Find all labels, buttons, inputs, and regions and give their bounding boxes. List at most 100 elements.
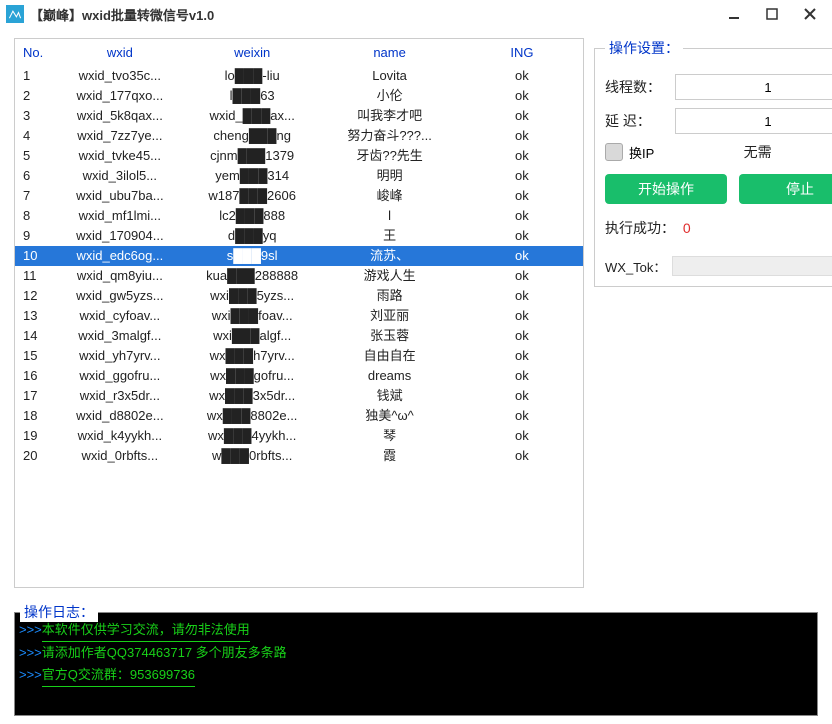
delay-label: 延 迟： (605, 111, 675, 131)
table-row[interactable]: 2wxid_177qxo...l███63小伦ok (15, 86, 583, 106)
thread-input[interactable] (675, 74, 832, 100)
table-row[interactable]: 8wxid_mf1lmi...lc2███888lok (15, 206, 583, 226)
log-prompt: >>> (19, 622, 42, 637)
data-table[interactable]: No. wxid weixin name ING 1wxid_tvo35c...… (15, 39, 583, 466)
table-row[interactable]: 14wxid_3malgf...wxi███algf...张玉蓉ok (15, 326, 583, 346)
table-row[interactable]: 4wxid_7zz7ye...cheng███ng努力奋斗???...ok (15, 126, 583, 146)
wx-tok-value (672, 256, 832, 276)
cell-no: 20 (15, 446, 54, 466)
col-no[interactable]: No. (15, 39, 54, 66)
cell-weixin: wx███h7yrv... (186, 346, 318, 366)
window-controls (724, 4, 826, 24)
cell-name: 流苏、 (318, 246, 461, 266)
wx-tok-label: WX_Tok： (605, 257, 666, 276)
log-line-1: 本软件仅供学习交流，请勿非法使用 (42, 619, 250, 642)
cell-wxid: wxid_5k8qax... (54, 106, 186, 126)
table-row[interactable]: 17wxid_r3x5dr...wx███3x5dr...钱斌ok (15, 386, 583, 406)
cell-ing: ok (461, 86, 583, 106)
table-row[interactable]: 3wxid_5k8qax...wxid_███ax...叫我李才吧ok (15, 106, 583, 126)
cell-no: 5 (15, 146, 54, 166)
cell-no: 1 (15, 66, 54, 86)
table-row[interactable]: 12wxid_gw5yzs...wxi███5yzs...雨路ok (15, 286, 583, 306)
cell-weixin: wxi███5yzs... (186, 286, 318, 306)
cell-wxid: wxid_cyfoav... (54, 306, 186, 326)
log-box[interactable]: >>>本软件仅供学习交流，请勿非法使用 >>>请添加作者QQ374463717 … (14, 612, 818, 716)
cell-ing: ok (461, 206, 583, 226)
cell-weixin: lc2███888 (186, 206, 318, 226)
success-count: 0 (683, 220, 691, 236)
log-line-3: 官方Q交流群：953699736 (42, 664, 195, 687)
maximize-button[interactable] (762, 4, 782, 24)
cell-name: Lovita (318, 66, 461, 86)
table-row[interactable]: 7wxid_ubu7ba...w187███2606峻峰ok (15, 186, 583, 206)
cell-wxid: wxid_mf1lmi... (54, 206, 186, 226)
cell-ing: ok (461, 346, 583, 366)
cell-name: 明明 (318, 166, 461, 186)
table-row[interactable]: 13wxid_cyfoav...wxi███foav...刘亚丽ok (15, 306, 583, 326)
cell-weixin: w187███2606 (186, 186, 318, 206)
close-button[interactable] (800, 4, 820, 24)
col-name[interactable]: name (318, 39, 461, 66)
stop-button[interactable]: 停止 (739, 174, 832, 204)
cell-weixin: w███0rbfts... (186, 446, 318, 466)
cell-weixin: lo███-liu (186, 66, 318, 86)
log-line-2: 请添加作者QQ374463717 多个朋友多条路 (42, 645, 287, 660)
table-row[interactable]: 19wxid_k4yykh...wx███4yykh...琴ok (15, 426, 583, 446)
cell-wxid: wxid_ggofru... (54, 366, 186, 386)
table-row[interactable]: 15wxid_yh7yrv...wx███h7yrv...自由自在ok (15, 346, 583, 366)
cell-name: 钱斌 (318, 386, 461, 406)
col-weixin[interactable]: weixin (186, 39, 318, 66)
table-row[interactable]: 6wxid_3ilol5...yem███314明明ok (15, 166, 583, 186)
cell-no: 3 (15, 106, 54, 126)
table-row[interactable]: 1wxid_tvo35c...lo███-liuLovitaok (15, 66, 583, 86)
cell-no: 13 (15, 306, 54, 326)
cell-wxid: wxid_edc6og... (54, 246, 186, 266)
log-legend: 操作日志： (20, 602, 98, 622)
cell-name: 霞 (318, 446, 461, 466)
cell-ing: ok (461, 366, 583, 386)
cell-name: dreams (318, 366, 461, 386)
table-row[interactable]: 20wxid_0rbfts...w███0rbfts...霞ok (15, 446, 583, 466)
cell-wxid: wxid_7zz7ye... (54, 126, 186, 146)
cell-ing: ok (461, 186, 583, 206)
table-row[interactable]: 18wxid_d8802e...wx███8802e...独美^ω^ok (15, 406, 583, 426)
cell-ing: ok (461, 266, 583, 286)
table-row[interactable]: 11wxid_qm8yiu...kua███288888游戏人生ok (15, 266, 583, 286)
cell-name: 雨路 (318, 286, 461, 306)
cell-no: 4 (15, 126, 54, 146)
table-row[interactable]: 9wxid_170904...d███yq王ok (15, 226, 583, 246)
cell-no: 7 (15, 186, 54, 206)
cell-name: 叫我李才吧 (318, 106, 461, 126)
log-prompt: >>> (19, 645, 42, 660)
col-wxid[interactable]: wxid (54, 39, 186, 66)
app-icon (6, 5, 24, 23)
cell-name: 刘亚丽 (318, 306, 461, 326)
titlebar: 【巅峰】wxid批量转微信号v1.0 (0, 0, 832, 28)
table-row[interactable]: 5wxid_tvke45...cjnm███1379牙齿??先生ok (15, 146, 583, 166)
minimize-button[interactable] (724, 4, 744, 24)
window-title: 【巅峰】wxid批量转微信号v1.0 (30, 5, 214, 24)
table-row[interactable]: 10wxid_edc6og...s███9sl流苏、ok (15, 246, 583, 266)
cell-wxid: wxid_d8802e... (54, 406, 186, 426)
cell-weixin: wx███3x5dr... (186, 386, 318, 406)
cell-weixin: d███yq (186, 226, 318, 246)
settings-panel: 操作设置： 线程数： 延 迟： 换IP 无需 开始操作 停止 执行成功： 0 (594, 38, 832, 287)
cell-no: 6 (15, 166, 54, 186)
delay-input[interactable] (675, 108, 832, 134)
cell-name: 小伦 (318, 86, 461, 106)
cell-weixin: wxi███algf... (186, 326, 318, 346)
cell-no: 18 (15, 406, 54, 426)
change-ip-checkbox[interactable] (605, 143, 623, 161)
cell-wxid: wxid_tvo35c... (54, 66, 186, 86)
settings-legend: 操作设置： (605, 38, 683, 58)
cell-name: 独美^ω^ (318, 406, 461, 426)
start-button[interactable]: 开始操作 (605, 174, 727, 204)
change-ip-value: 无需 (654, 142, 832, 162)
col-ing[interactable]: ING (461, 39, 583, 66)
cell-no: 15 (15, 346, 54, 366)
cell-no: 14 (15, 326, 54, 346)
cell-ing: ok (461, 446, 583, 466)
cell-wxid: wxid_3ilol5... (54, 166, 186, 186)
cell-weixin: wx███gofru... (186, 366, 318, 386)
table-row[interactable]: 16wxid_ggofru...wx███gofru...dreamsok (15, 366, 583, 386)
